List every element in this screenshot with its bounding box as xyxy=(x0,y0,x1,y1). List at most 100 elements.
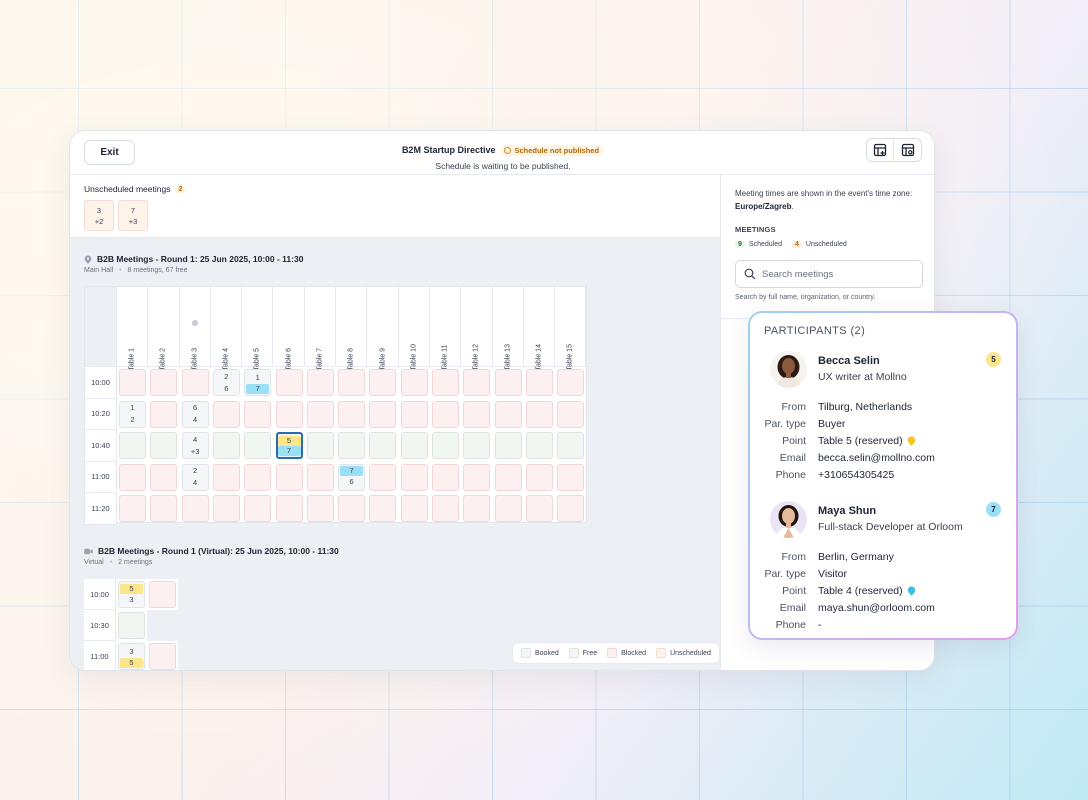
schedule-cell[interactable] xyxy=(306,400,334,428)
schedule-cell[interactable] xyxy=(338,432,366,459)
schedule-cell[interactable] xyxy=(463,432,491,459)
schedule-cell[interactable] xyxy=(212,495,240,522)
schedule-cell[interactable] xyxy=(525,463,553,491)
schedule-cell[interactable] xyxy=(275,369,303,396)
schedule-cell[interactable] xyxy=(306,495,334,522)
schedule-cell[interactable] xyxy=(149,581,176,608)
schedule-cell[interactable] xyxy=(150,432,178,459)
schedule-cell[interactable] xyxy=(557,432,585,459)
schedule-cell[interactable] xyxy=(212,463,240,491)
schedule-cell[interactable] xyxy=(338,400,366,428)
schedule-cell[interactable] xyxy=(432,369,459,396)
round1-grid: Table 1 Table 2 Table 3 Table 4 Table 5 Table… xyxy=(84,286,587,525)
schedule-cell[interactable] xyxy=(525,432,553,459)
search-field[interactable] xyxy=(735,260,923,288)
participant-email[interactable]: maya.shun@orloom.com xyxy=(818,602,935,614)
cell-value: 1 xyxy=(255,372,260,382)
schedule-cell[interactable] xyxy=(306,463,334,491)
schedule-cell[interactable]: 24 xyxy=(181,463,209,491)
schedule-cell[interactable] xyxy=(244,495,272,522)
participant-badge: 5 xyxy=(986,352,1001,367)
column-header: Table 5 xyxy=(242,287,274,371)
schedule-cell[interactable] xyxy=(181,495,209,522)
schedule-cell[interactable] xyxy=(119,463,146,491)
meeting-tag: 5 xyxy=(120,657,143,668)
unscheduled-card[interactable]: 3 +2 xyxy=(84,200,114,231)
schedule-cell[interactable] xyxy=(494,432,522,459)
schedule-cell[interactable] xyxy=(306,432,334,459)
column-header: Table 3 xyxy=(179,287,211,371)
schedule-cell[interactable] xyxy=(275,495,303,522)
schedule-cell[interactable] xyxy=(212,400,240,428)
schedule-cell[interactable]: 64 xyxy=(181,400,209,428)
schedule-cell[interactable] xyxy=(463,463,491,491)
schedule-cell[interactable] xyxy=(306,369,334,396)
schedule-cell[interactable] xyxy=(338,495,366,522)
schedule-cell[interactable] xyxy=(119,369,146,396)
legend-blocked: Blocked xyxy=(607,648,646,658)
schedule-cell[interactable] xyxy=(432,495,459,522)
schedule-cell[interactable] xyxy=(181,369,209,396)
schedule-cell[interactable] xyxy=(494,495,522,522)
schedule-cell[interactable] xyxy=(494,369,522,396)
schedule-cell[interactable] xyxy=(150,463,178,491)
schedule-cell[interactable] xyxy=(557,463,585,491)
schedule-cell[interactable] xyxy=(400,369,428,396)
schedule-cell[interactable] xyxy=(525,400,553,428)
unscheduled-count: 2 xyxy=(175,185,186,193)
schedule-cell[interactable] xyxy=(244,432,272,459)
schedule-cell[interactable] xyxy=(369,369,397,396)
schedule-cell[interactable] xyxy=(369,400,397,428)
schedule-cell[interactable] xyxy=(150,369,178,396)
schedule-cell[interactable] xyxy=(400,432,428,459)
schedule-cell[interactable]: 26 xyxy=(212,369,240,396)
schedule-cell[interactable] xyxy=(150,495,178,522)
unscheduled-card[interactable]: 7 +3 xyxy=(118,200,148,231)
schedule-cell[interactable]: 4 +3 xyxy=(181,432,209,459)
schedule-cell[interactable] xyxy=(369,432,397,459)
schedule-cell[interactable] xyxy=(557,369,585,396)
schedule-cell[interactable] xyxy=(525,369,553,396)
schedule-cell[interactable] xyxy=(275,463,303,491)
schedule-cell[interactable] xyxy=(525,495,553,522)
schedule-cell[interactable] xyxy=(463,400,491,428)
schedule-cell[interactable] xyxy=(400,463,428,491)
schedule-cell[interactable] xyxy=(118,612,145,639)
schedule-cell[interactable] xyxy=(212,432,240,459)
schedule-cell[interactable] xyxy=(369,463,397,491)
schedule-cell[interactable] xyxy=(432,463,459,491)
schedule-cell[interactable] xyxy=(275,400,303,428)
participant-email[interactable]: becca.selin@mollno.com xyxy=(818,452,935,464)
schedule-cell[interactable] xyxy=(369,495,397,522)
schedule-cell[interactable] xyxy=(494,463,522,491)
schedule-cell[interactable]: 57 xyxy=(275,432,303,459)
table-add-icon[interactable] xyxy=(867,139,894,161)
column-header: Table 9 xyxy=(367,287,399,371)
schedule-cell[interactable] xyxy=(463,495,491,522)
schedule-cell[interactable] xyxy=(150,400,178,428)
schedule-cell[interactable]: 17 xyxy=(244,369,272,396)
schedule-cell[interactable]: 76 xyxy=(338,463,366,491)
schedule-cell[interactable]: 12 xyxy=(119,400,146,428)
schedule-cell[interactable]: 53 xyxy=(118,581,145,608)
schedule-cell[interactable] xyxy=(463,369,491,396)
schedule-cell[interactable] xyxy=(494,400,522,428)
schedule-cell[interactable] xyxy=(119,432,146,459)
search-input[interactable] xyxy=(762,268,912,280)
legend-unscheduled: Unscheduled xyxy=(656,648,711,658)
schedule-cell[interactable] xyxy=(400,495,428,522)
schedule-area[interactable]: Unscheduled meetings 2 3 +2 7 +3 B2B Mee… xyxy=(70,175,720,670)
schedule-cell[interactable] xyxy=(557,495,585,522)
schedule-cell[interactable] xyxy=(400,400,428,428)
schedule-cell[interactable] xyxy=(338,369,366,396)
schedule-cell[interactable] xyxy=(244,463,272,491)
schedule-cell[interactable] xyxy=(119,495,146,522)
schedule-cell[interactable] xyxy=(432,400,459,428)
status-dot-icon xyxy=(191,320,198,326)
schedule-cell[interactable] xyxy=(557,400,585,428)
schedule-cell[interactable] xyxy=(244,400,272,428)
table-settings-icon[interactable] xyxy=(894,139,921,161)
schedule-cell[interactable]: 35 xyxy=(118,643,145,670)
schedule-cell[interactable] xyxy=(149,643,176,670)
schedule-cell[interactable] xyxy=(432,432,459,459)
